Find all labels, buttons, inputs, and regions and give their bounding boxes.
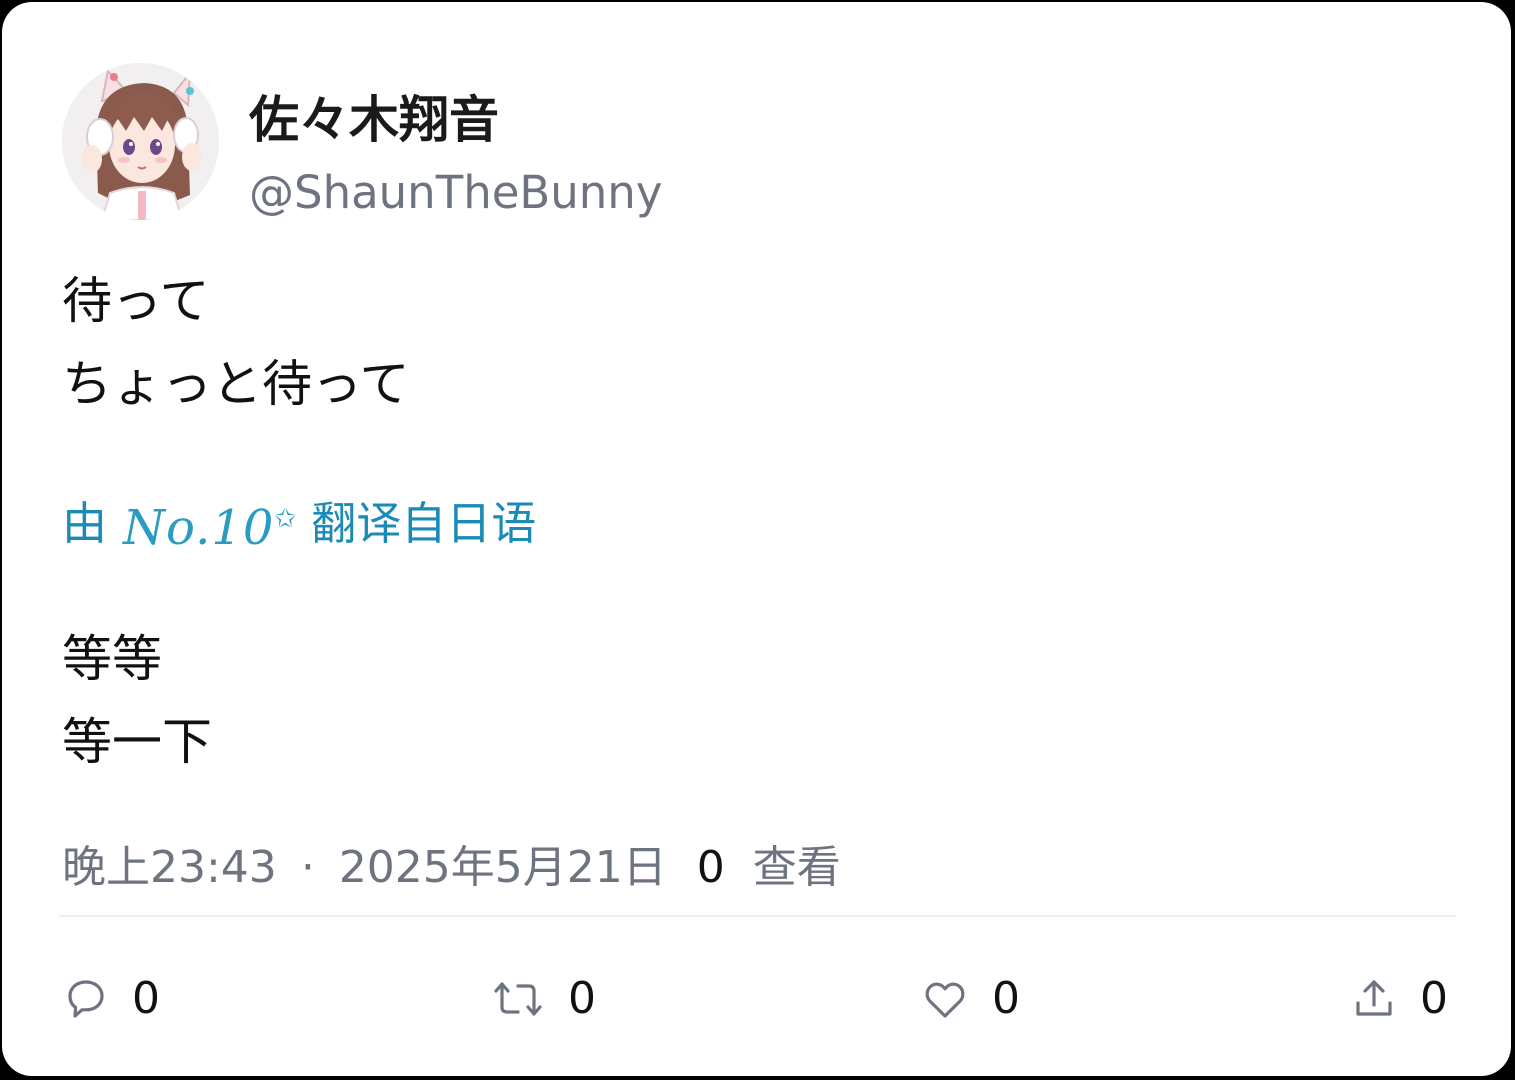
- tweet-card: 佐々木翔音 @ShaunTheBunny 待って ちょっと待って 由 No.10…: [2, 2, 1511, 1076]
- post-meta: 晚上23:43 · 2025年5月21日 0 查看: [62, 838, 841, 898]
- post-time[interactable]: 晚上23:43: [62, 838, 277, 898]
- post-date[interactable]: 2025年5月21日: [339, 838, 667, 898]
- share-icon: [1356, 980, 1392, 1016]
- meta-separator: ·: [300, 842, 315, 893]
- avatar[interactable]: [62, 63, 219, 220]
- translated-text-line-1: 等等: [62, 630, 162, 688]
- star-icon: ✩: [274, 504, 298, 534]
- translation-label[interactable]: 由 No.10✩ 翻译自日语: [62, 484, 536, 563]
- like-button[interactable]: 0: [920, 964, 1020, 1034]
- retweet-icon: [494, 982, 542, 1016]
- translation-suffix: 翻译自日语: [311, 496, 537, 550]
- post-text-line-2: ちょっと待って: [62, 355, 410, 413]
- heart-icon: [925, 982, 965, 1018]
- share-count: 0: [1420, 973, 1448, 1024]
- translated-text-line-2: 等一下: [62, 713, 212, 771]
- views-count: 0: [696, 842, 725, 893]
- like-count: 0: [992, 973, 1020, 1024]
- translation-prefix: 由: [62, 496, 108, 550]
- translation-brand-text: No.10: [123, 500, 275, 556]
- reply-count: 0: [132, 973, 160, 1024]
- retweet-button[interactable]: 0: [490, 964, 596, 1034]
- reply-button[interactable]: 0: [62, 964, 160, 1034]
- retweet-count: 0: [568, 973, 596, 1024]
- translation-brand: No.10✩: [123, 484, 297, 563]
- anime-girl-avatar-icon: [62, 63, 219, 220]
- divider: [59, 915, 1456, 917]
- views-label: 查看: [752, 842, 841, 893]
- share-button[interactable]: 0: [1350, 964, 1448, 1034]
- post-text-line-1: 待って: [62, 272, 210, 330]
- display-name[interactable]: 佐々木翔音: [249, 88, 499, 152]
- user-handle[interactable]: @ShaunTheBunny: [249, 164, 662, 222]
- reply-icon: [68, 980, 104, 1018]
